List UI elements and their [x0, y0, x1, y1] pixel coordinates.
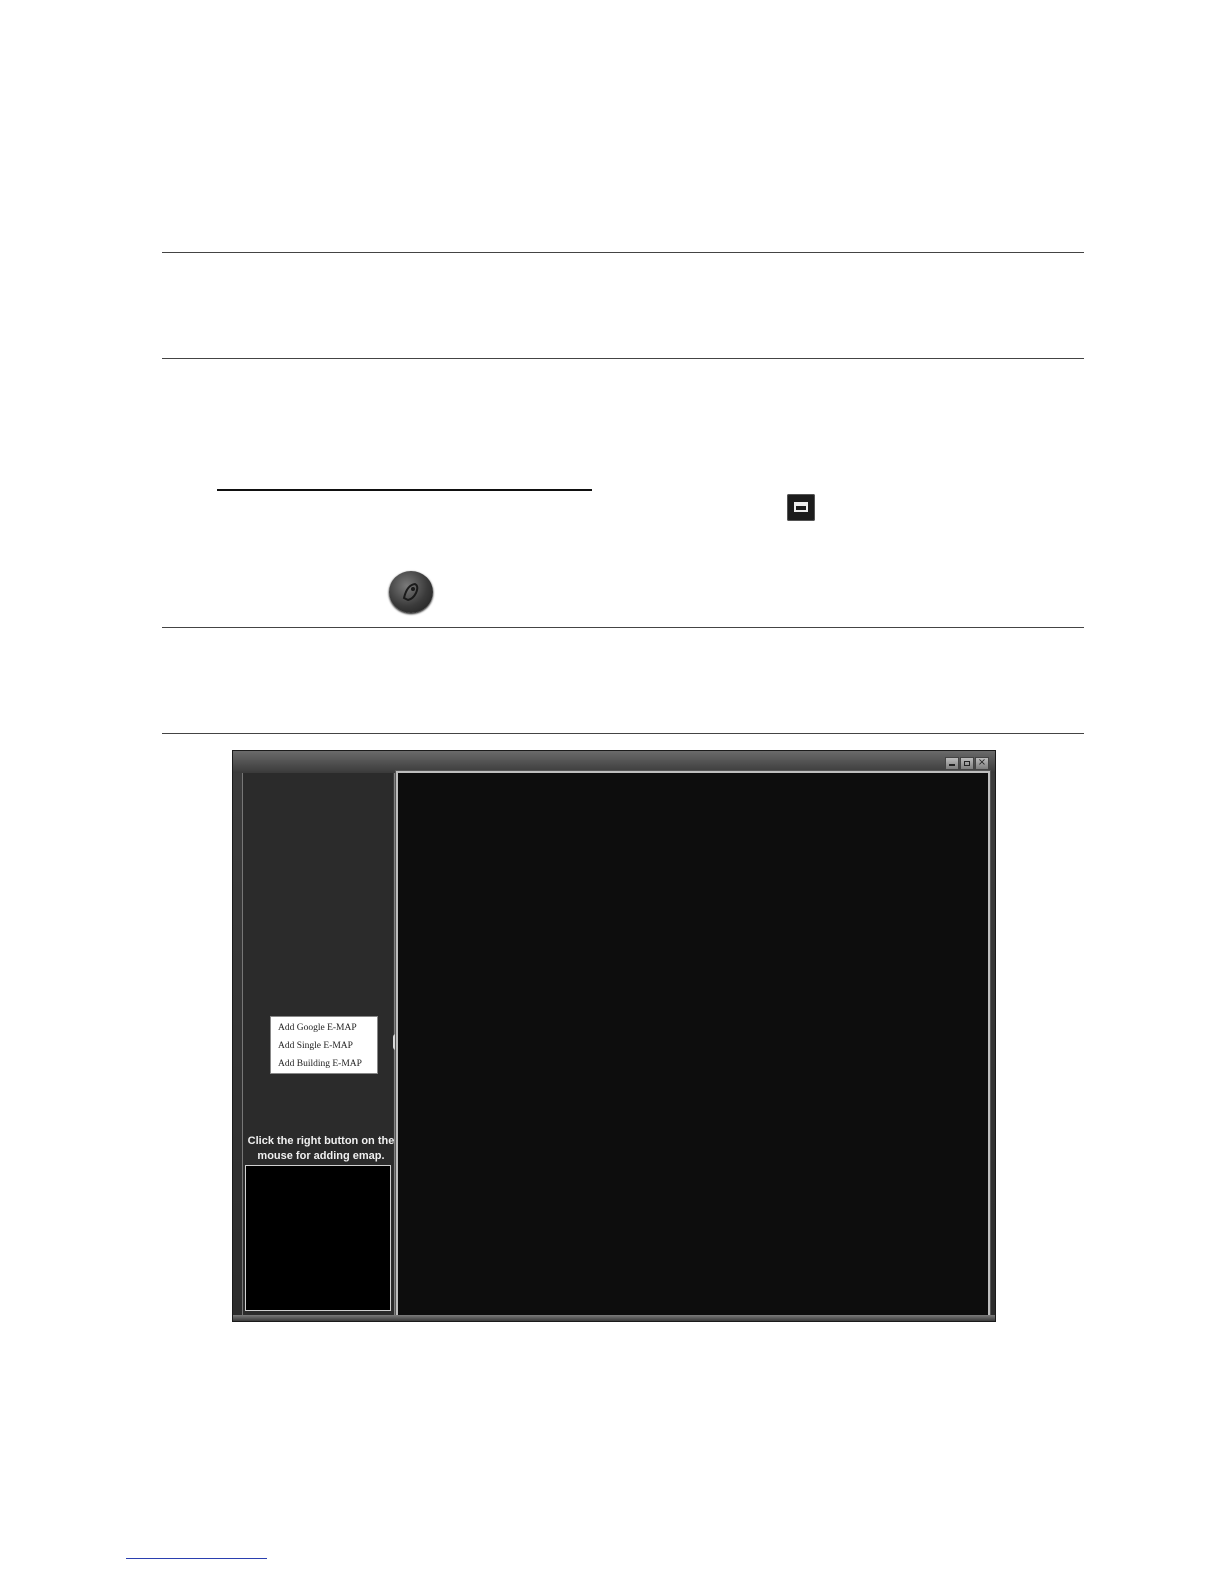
map-preview[interactable]: [245, 1165, 391, 1311]
minimize-icon: [949, 764, 955, 766]
close-icon: ×: [977, 757, 987, 768]
hint-line-1: Click the right button on the: [247, 1135, 395, 1147]
section-rule-4: [162, 733, 1084, 734]
window-glyph: [794, 502, 808, 512]
menu-item-add-building-emap[interactable]: Add Building E-MAP: [278, 1057, 362, 1071]
section-rule-3: [162, 627, 1084, 628]
emap-knob-icon: [389, 571, 433, 613]
menu-item-add-single-emap[interactable]: Add Single E-MAP: [278, 1039, 353, 1053]
restore-button[interactable]: [960, 757, 974, 770]
short-rule: [217, 489, 592, 491]
minimize-button[interactable]: [945, 757, 959, 770]
menu-item-add-google-emap[interactable]: Add Google E-MAP: [278, 1021, 357, 1035]
window-bottom-edge: [233, 1315, 995, 1321]
section-rule-2: [162, 358, 1084, 359]
footer-link-underline: [126, 1558, 267, 1559]
emap-knob-glyph: [402, 582, 419, 602]
section-rule-1: [162, 252, 1084, 253]
context-menu: Add Google E-MAP Add Single E-MAP Add Bu…: [270, 1016, 378, 1074]
hint-text: Click the right button on the mouse for …: [243, 1134, 399, 1164]
title-bar[interactable]: ×: [233, 751, 995, 773]
window-icon: [787, 494, 815, 521]
close-button[interactable]: ×: [975, 757, 989, 770]
window-controls: ×: [945, 757, 989, 770]
hint-line-2: mouse for adding emap.: [257, 1150, 385, 1162]
emap-tree-panel[interactable]: ‹ Add Google E-MAP Add Single E-MAP Add …: [242, 773, 400, 1315]
emap-display-area[interactable]: [398, 773, 988, 1315]
emap-window: × ‹ Add Google E-MAP Add Single E-MAP Ad…: [232, 750, 996, 1322]
restore-icon: [964, 761, 970, 766]
